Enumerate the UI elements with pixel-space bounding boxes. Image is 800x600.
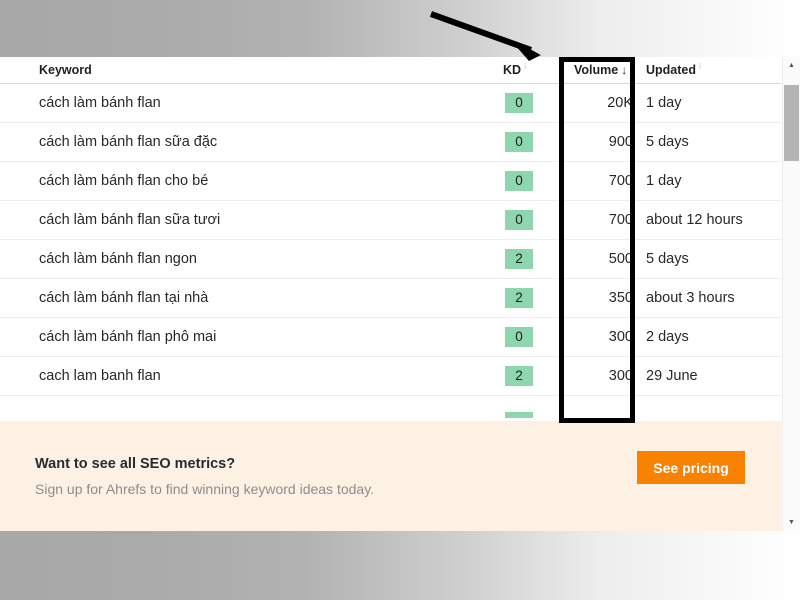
table-row[interactable]: cách làm bánh flan cho bé 0 700 1 day [0,162,781,201]
cell-keyword[interactable]: cách làm bánh flan sữa tươi [39,212,499,228]
column-header-keyword[interactable]: Keyword [39,63,499,77]
table-row[interactable]: cách làm bánh flan sữa tươi 0 700 about 12 … [0,201,781,240]
cell-kd: 2 [499,366,567,386]
vertical-scrollbar[interactable]: ▲ ▼ [782,57,800,531]
table-row[interactable] [0,396,781,421]
table-row[interactable]: cach lam banh flan 2 300 29 June [0,357,781,396]
column-header-updated-label: Updated [646,63,696,77]
cell-kd: 0 [499,93,567,113]
scrollbar-thumb[interactable] [784,85,799,161]
cell-keyword[interactable]: cách làm bánh flan cho bé [39,173,499,189]
kd-badge: 0 [505,171,533,191]
kd-badge: 0 [505,210,533,230]
cell-volume: 900 [608,134,633,150]
cell-updated: 5 days [646,134,689,150]
info-icon[interactable]: i [524,62,526,71]
cta-subtitle: Sign up for Ahrefs to find winning keywo… [35,480,375,497]
cell-keyword[interactable]: cách làm bánh flan phô mai [39,329,499,345]
page-root: Keyword KD i Volume ↓ i Updated i cách làm b… [0,0,800,600]
cell-keyword[interactable]: cach lam banh flan [39,368,499,384]
scroll-up-arrow-icon[interactable]: ▲ [783,57,800,74]
kd-badge: 2 [505,366,533,386]
cta-title: Want to see all SEO metrics? [35,455,236,472]
table-row[interactable]: cách làm bánh flan 0 20K 1 day [0,84,781,123]
table-row[interactable]: cách làm bánh flan tại nhà 2 350 about 3 ho… [0,279,781,318]
cell-updated: 5 days [646,251,689,267]
cell-volume: 700 [608,173,633,189]
kd-badge: 0 [505,132,533,152]
kd-badge: 2 [505,288,533,308]
cell-keyword[interactable]: cách làm bánh flan sữa đặc [39,134,499,150]
cell-volume: 500 [608,251,633,267]
cell-volume: 300 [608,329,633,345]
cell-updated: about 3 hours [646,290,735,306]
cta-text-block: Want to see all SEO metrics? Sign up for… [35,456,374,497]
cell-kd [499,412,567,418]
table-row[interactable]: cách làm bánh flan sữa đặc 0 900 5 days [0,123,781,162]
cell-keyword[interactable]: cách làm bánh flan tại nhà [39,290,499,306]
info-icon[interactable]: i [630,62,632,71]
column-header-volume[interactable]: Volume ↓ i [567,62,642,77]
table-header-row: Keyword KD i Volume ↓ i Updated i [0,57,781,84]
cell-updated: about 12 hours [646,212,743,228]
table-row[interactable]: cách làm bánh flan ngon 2 500 5 days [0,240,781,279]
cell-updated: 1 day [646,173,682,189]
see-pricing-button[interactable]: See pricing [637,451,745,484]
sort-descending-icon[interactable]: ↓ [621,63,627,77]
column-header-volume-label: Volume [574,63,619,77]
cell-kd: 2 [499,249,567,269]
annotation-arrow-icon [429,11,541,61]
table-row[interactable]: cách làm bánh flan phô mai 0 300 2 days [0,318,781,357]
cell-kd: 0 [499,210,567,230]
cell-kd: 2 [499,288,567,308]
cell-kd: 0 [499,132,567,152]
cell-volume: 300 [608,368,633,384]
cell-keyword[interactable]: cách làm bánh flan ngon [39,251,499,267]
info-icon[interactable]: i [699,62,701,71]
cell-keyword[interactable]: cách làm bánh flan [39,95,499,111]
kd-badge: 2 [505,249,533,269]
column-header-updated[interactable]: Updated i [642,62,781,77]
cell-kd: 0 [499,327,567,347]
cell-volume: 700 [608,212,633,228]
keyword-table-panel: Keyword KD i Volume ↓ i Updated i cách làm b… [0,57,800,421]
column-header-kd-label: KD [503,63,522,77]
kd-badge: 0 [505,93,533,113]
cell-updated: 2 days [646,329,689,345]
column-header-kd[interactable]: KD i [499,62,567,77]
kd-badge: 0 [505,327,533,347]
cell-updated: 29 June [646,368,698,384]
keyword-table: Keyword KD i Volume ↓ i Updated i cách làm b… [0,57,781,421]
cell-updated: 1 day [646,95,682,111]
cell-volume: 350 [608,290,633,306]
scroll-down-arrow-icon[interactable]: ▼ [783,514,800,531]
cell-kd: 0 [499,171,567,191]
kd-badge [505,412,533,418]
cell-volume: 20K [607,95,633,111]
